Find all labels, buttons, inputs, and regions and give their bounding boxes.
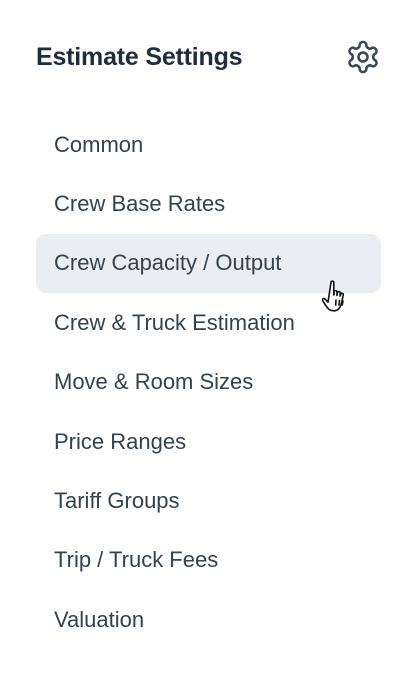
menu-item-price-ranges[interactable]: Price Ranges [36,412,381,471]
menu-item-valuation[interactable]: Valuation [36,590,381,649]
settings-header: Estimate Settings [36,38,382,78]
gear-icon[interactable] [344,38,382,76]
menu-item-tariff-groups[interactable]: Tariff Groups [36,471,381,530]
menu-item-move-room-sizes[interactable]: Move & Room Sizes [36,353,381,412]
menu-item-crew-base-rates[interactable]: Crew Base Rates [36,174,381,233]
page-title: Estimate Settings [36,43,243,71]
settings-menu: Common Crew Base Rates Crew Capacity / O… [36,115,381,650]
menu-item-crew-capacity-output[interactable]: Crew Capacity / Output [36,233,381,294]
menu-item-trip-truck-fees[interactable]: Trip / Truck Fees [36,531,381,590]
menu-item-crew-truck-estimation[interactable]: Crew & Truck Estimation [36,293,381,352]
menu-item-common[interactable]: Common [36,115,381,174]
